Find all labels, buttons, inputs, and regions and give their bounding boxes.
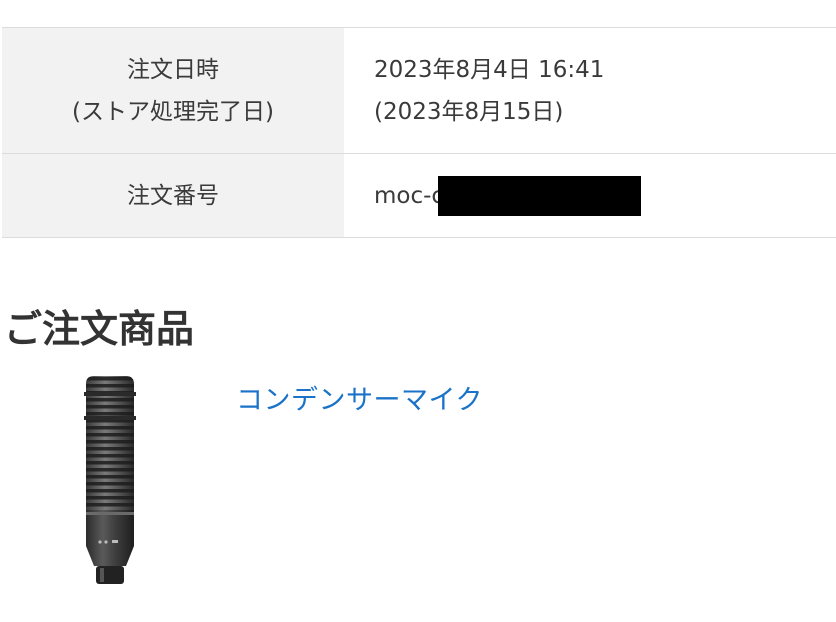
order-date-value: 2023年8月4日 16:41 (374, 56, 605, 83)
order-number-label: 注文番号 (127, 182, 219, 209)
order-date-label-cell: 注文日時 (ストア処理完了日) (2, 28, 344, 153)
microphone-icon (84, 376, 136, 584)
order-date-row: 注文日時 (ストア処理完了日) 2023年8月4日 16:41 (2023年8月… (2, 27, 836, 153)
order-date-label: 注文日時 (127, 56, 219, 83)
product-image[interactable] (70, 370, 150, 592)
order-number: moc-c (374, 175, 836, 217)
store-processed-date-value: (2023年8月15日) (374, 98, 564, 125)
order-number-value: moc-c (374, 182, 445, 209)
store-processed-label: (ストア処理完了日) (72, 98, 274, 125)
order-number-row: 注文番号 moc-c (2, 153, 836, 238)
product-item: コンデンサーマイク (0, 370, 836, 600)
product-name-link[interactable]: コンデンサーマイク (236, 378, 483, 417)
redaction-bar (438, 175, 642, 216)
order-detail-page: 注文日時 (ストア処理完了日) 2023年8月4日 16:41 (2023年8月… (0, 0, 836, 622)
order-number-value-cell: moc-c (344, 154, 836, 237)
ordered-products-title: ご注文商品 (4, 307, 195, 351)
order-number-label-cell: 注文番号 (2, 154, 344, 237)
order-date-value-cell: 2023年8月4日 16:41 (2023年8月15日) (344, 28, 836, 153)
order-info-table: 注文日時 (ストア処理完了日) 2023年8月4日 16:41 (2023年8月… (2, 27, 836, 238)
